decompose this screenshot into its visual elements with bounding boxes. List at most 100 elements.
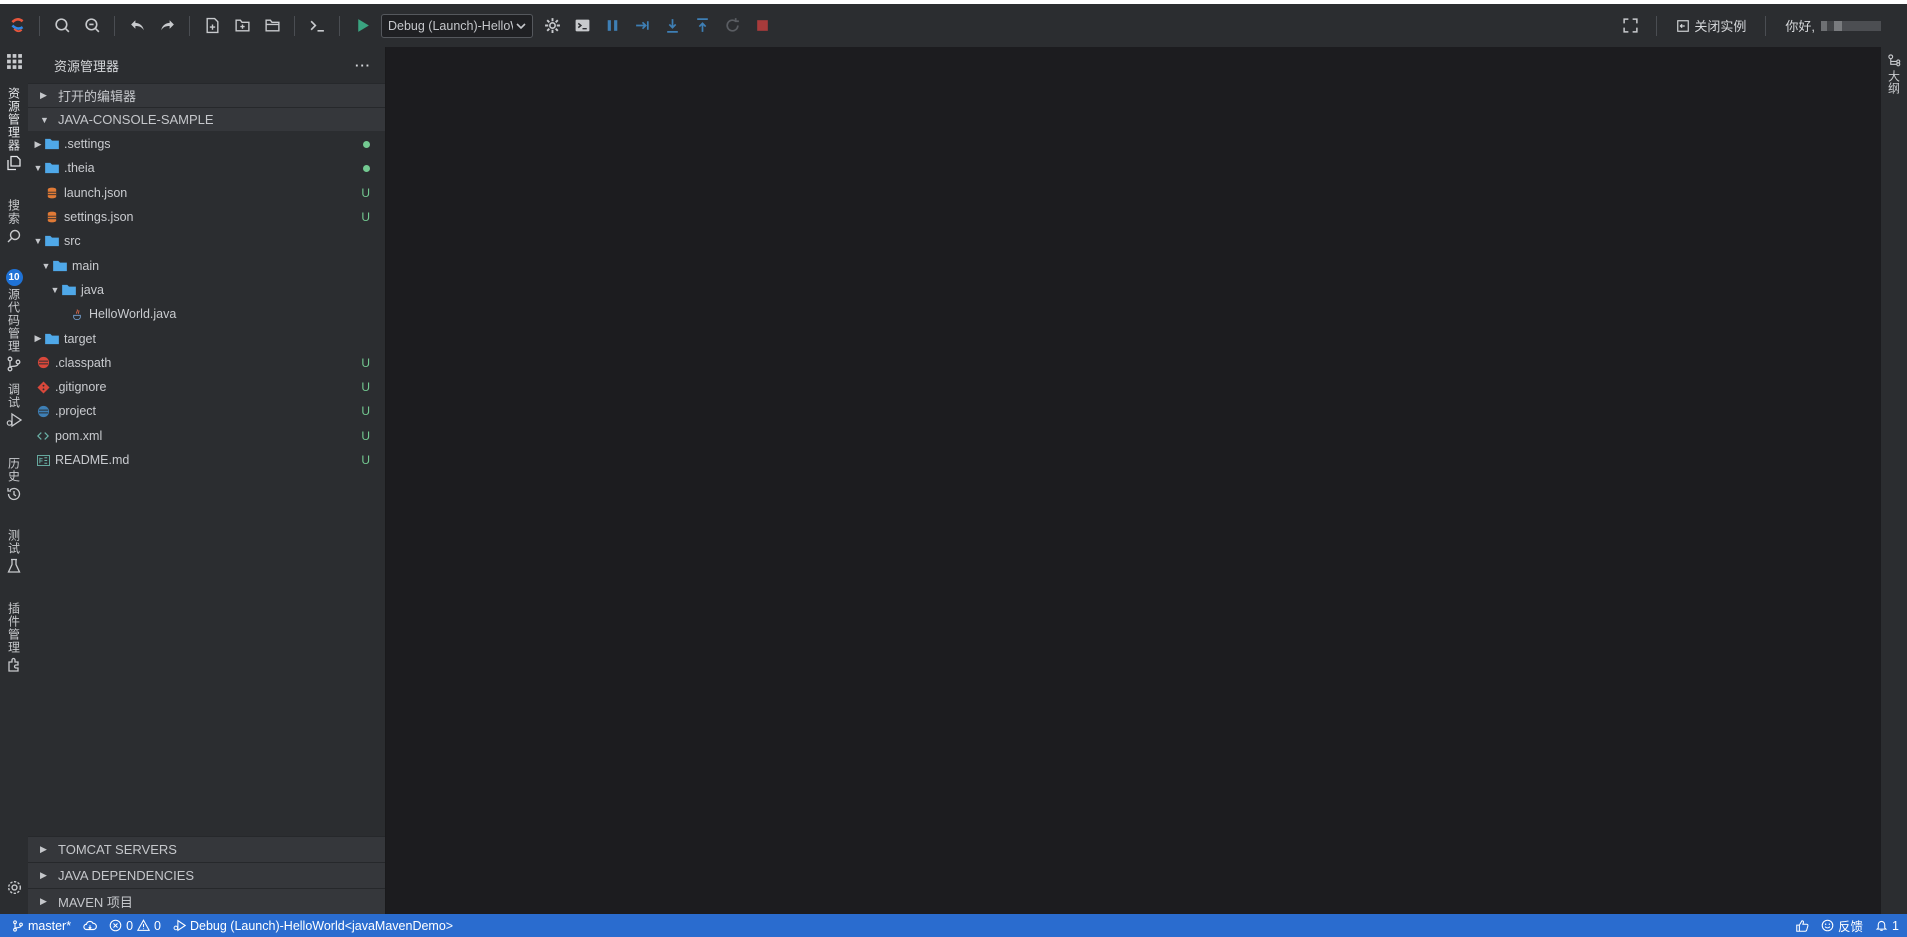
status-bar: master* 0 0 Debug (Launch)-HelloWorld<ja… bbox=[0, 914, 1907, 937]
eclipse-classpath-icon bbox=[35, 356, 51, 370]
tree-item-label: .classpath bbox=[55, 355, 112, 370]
step-over-icon[interactable] bbox=[627, 11, 657, 41]
files-icon bbox=[7, 155, 21, 171]
java-dependencies-section[interactable]: ▶ JAVA DEPENDENCIES bbox=[28, 862, 385, 888]
thumbs-up-icon bbox=[1796, 919, 1809, 932]
sync-status[interactable] bbox=[77, 919, 103, 933]
tree-item-src-folder[interactable]: ▼ src bbox=[28, 229, 385, 253]
user-menu[interactable]: 你好, bbox=[1777, 16, 1889, 35]
debug-config-select[interactable]: Debug (Launch)-HelloWorld<javaMavenDemo> bbox=[381, 13, 533, 38]
tree-item-launch-json[interactable]: launch.json U bbox=[28, 181, 385, 205]
restart-icon[interactable] bbox=[717, 11, 747, 41]
debug-status-label: Debug (Launch)-HelloWorld<javaMavenDemo> bbox=[189, 918, 454, 933]
git-branch-status[interactable]: master* bbox=[0, 919, 77, 933]
tree-item-java-folder[interactable]: ▼ java bbox=[28, 278, 385, 302]
tree-item-helloworld-java[interactable]: HelloWorld.java bbox=[28, 302, 385, 326]
toolbar-right: 关闭实例 你好, bbox=[1615, 11, 1907, 41]
chevron-down-icon: ▼ bbox=[33, 236, 43, 247]
project-section[interactable]: ▼ JAVA-CONSOLE-SAMPLE bbox=[28, 107, 385, 131]
section-label: TOMCAT SERVERS bbox=[58, 842, 177, 857]
tree-item-label: target bbox=[64, 331, 96, 346]
debug-console-icon[interactable] bbox=[567, 11, 597, 41]
step-out-icon[interactable] bbox=[687, 11, 717, 41]
tree-item-label: settings.json bbox=[64, 210, 134, 225]
folder-icon bbox=[44, 234, 60, 248]
app-logo-icon[interactable] bbox=[2, 11, 32, 41]
tree-item-pom-xml[interactable]: pom.xml U bbox=[28, 424, 385, 448]
chevron-right-icon: ▶ bbox=[40, 844, 47, 854]
tree-item-theia-folder[interactable]: ▼ .theia bbox=[28, 156, 385, 180]
terminal-icon[interactable] bbox=[302, 11, 332, 41]
tree-item-gitignore[interactable]: .gitignore U bbox=[28, 375, 385, 399]
tree-item-readme[interactable]: README.md U bbox=[28, 448, 385, 472]
chevron-right-icon: ▶ bbox=[40, 90, 47, 100]
open-folder-icon[interactable] bbox=[257, 11, 287, 41]
eclipse-project-icon bbox=[35, 404, 51, 418]
xml-code-icon bbox=[35, 429, 51, 443]
activity-debug[interactable]: 调试 bbox=[2, 383, 26, 428]
redo-icon[interactable] bbox=[152, 11, 182, 41]
tree-item-target-folder[interactable]: ▶ target bbox=[28, 326, 385, 350]
activity-explorer[interactable]: 资源管理器 bbox=[2, 87, 26, 171]
apps-grid-icon[interactable] bbox=[2, 53, 26, 70]
step-into-icon[interactable] bbox=[657, 11, 687, 41]
open-editors-section[interactable]: ▶ 打开的编辑器 bbox=[28, 83, 385, 107]
activity-outline[interactable]: 大纲 bbox=[1886, 53, 1903, 94]
tree-item-classpath[interactable]: .classpath U bbox=[28, 351, 385, 375]
close-instance-button[interactable]: 关闭实例 bbox=[1668, 16, 1754, 35]
notifications-button[interactable]: 1 bbox=[1869, 919, 1907, 933]
activity-source-control[interactable]: 10 源代码管理 bbox=[2, 269, 26, 372]
more-actions-button[interactable]: ··· bbox=[355, 58, 371, 73]
activity-debug-label: 调试 bbox=[6, 383, 21, 409]
tree-item-label: main bbox=[72, 258, 100, 273]
activity-history[interactable]: 历史 bbox=[2, 457, 26, 502]
editor-area[interactable] bbox=[385, 47, 1881, 914]
like-button[interactable] bbox=[1789, 919, 1815, 933]
toolbar-separator bbox=[1656, 15, 1658, 36]
status-bar-right: 反馈 1 bbox=[1789, 916, 1907, 935]
folder-icon bbox=[44, 332, 60, 346]
pause-icon[interactable] bbox=[597, 11, 627, 41]
new-folder-icon[interactable] bbox=[227, 11, 257, 41]
maven-projects-section[interactable]: ▶ MAVEN 项目 bbox=[28, 888, 385, 914]
debug-run-icon bbox=[6, 412, 22, 428]
replace-search-icon[interactable] bbox=[77, 11, 107, 41]
feedback-button[interactable]: 反馈 bbox=[1815, 916, 1869, 935]
chevron-down-icon: ▼ bbox=[40, 114, 49, 125]
tree-item-settings-json[interactable]: settings.json U bbox=[28, 205, 385, 229]
activity-search[interactable]: 搜索 bbox=[2, 199, 26, 244]
tree-item-settings-folder[interactable]: ▶ .settings bbox=[28, 132, 385, 156]
toolbar-separator bbox=[39, 15, 40, 36]
new-file-icon[interactable] bbox=[197, 11, 227, 41]
search-icon[interactable] bbox=[47, 11, 77, 41]
tree-item-main-folder[interactable]: ▼ main bbox=[28, 253, 385, 277]
toolbar-separator bbox=[114, 15, 115, 36]
untracked-status: U bbox=[361, 185, 370, 200]
java-file-icon bbox=[69, 307, 85, 321]
right-sidebar: 大纲 bbox=[1881, 47, 1907, 914]
markdown-file-icon bbox=[35, 453, 51, 467]
open-editors-label: 打开的编辑器 bbox=[58, 89, 137, 104]
explorer-header: 资源管理器 ··· bbox=[28, 47, 385, 83]
undo-icon[interactable] bbox=[122, 11, 152, 41]
folder-icon bbox=[61, 283, 77, 297]
stop-icon[interactable] bbox=[747, 11, 777, 41]
fullscreen-icon[interactable] bbox=[1615, 11, 1645, 41]
activity-test[interactable]: 测试 bbox=[2, 529, 26, 574]
activity-plugins[interactable]: 插件管理 bbox=[2, 602, 26, 673]
warning-icon bbox=[137, 919, 151, 931]
tree-item-project[interactable]: .project U bbox=[28, 399, 385, 423]
problems-status[interactable]: 0 0 bbox=[103, 919, 167, 933]
json-file-icon bbox=[44, 186, 60, 200]
chevron-right-icon: ▶ bbox=[34, 138, 42, 149]
chevron-down-icon: ▼ bbox=[50, 284, 60, 295]
debug-status[interactable]: Debug (Launch)-HelloWorld<javaMavenDemo> bbox=[167, 919, 459, 933]
search-icon bbox=[7, 229, 21, 243]
chevron-right-icon: ▶ bbox=[40, 896, 47, 906]
gear-icon[interactable] bbox=[537, 11, 567, 41]
start-debug-icon[interactable] bbox=[347, 11, 377, 41]
activity-test-label: 测试 bbox=[6, 529, 21, 555]
settings-gear-icon[interactable] bbox=[2, 879, 26, 896]
tomcat-servers-section[interactable]: ▶ TOMCAT SERVERS bbox=[28, 836, 385, 862]
explorer-title: 资源管理器 bbox=[54, 58, 120, 74]
